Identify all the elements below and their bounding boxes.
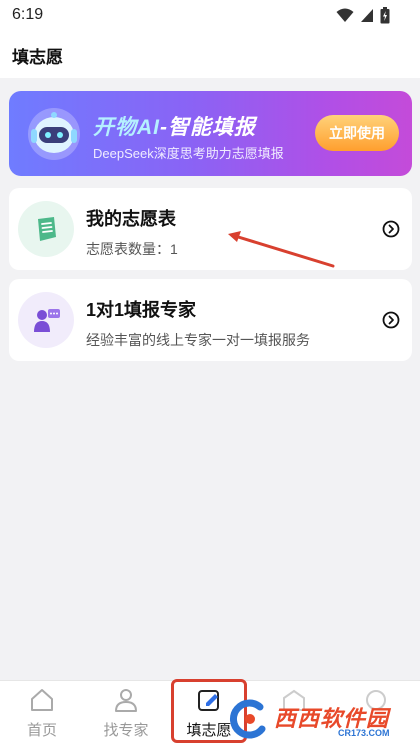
card-subtitle: 经验丰富的线上专家一对一填报服务 [86,332,310,348]
chevron-right-icon[interactable] [382,220,400,238]
watermark: 西西软件园 CR173.COM [228,697,418,743]
expert-service-card[interactable]: 1对1填报专家 经验丰富的线上专家一对一填报服务 [9,279,412,361]
annotation-arrow [228,231,335,268]
card-subtitle: 志愿表数量：1 [86,241,178,257]
battery-icon [380,7,390,24]
tab-label: 首页 [26,722,57,739]
status-time: 6:19 [12,6,44,23]
watermark-sub: CR173.COM [338,728,390,738]
banner-title-prefix: 开物AI [93,116,160,139]
expert-chat-icon [34,309,60,332]
chevron-right-icon[interactable] [382,311,400,329]
ai-banner[interactable]: 开物AI-智能填报 DeepSeek深度思考助力志愿填报 立即使用 [9,91,412,176]
home-icon [31,689,53,711]
wifi-icon [336,8,354,22]
use-now-button[interactable]: 立即使用 [315,115,399,151]
my-volunteer-list-card[interactable]: 我的志愿表 志愿表数量：1 [9,188,412,270]
tab-find-expert[interactable]: 找专家 [90,687,162,745]
banner-title: 开物AI-智能填报 [93,111,256,141]
tab-label: 找专家 [103,722,149,739]
banner-title-suffix: -智能填报 [160,116,256,139]
tab-home[interactable]: 首页 [6,687,78,745]
page-title: 填志愿 [12,48,63,67]
scroll-list-icon [38,217,56,241]
card-title: 我的志愿表 [86,209,176,229]
person-icon [115,689,137,712]
signal-icon [361,9,373,22]
watermark-logo-icon [229,699,266,739]
robot-mascot-icon [28,108,80,160]
page-header: 填志愿 [0,30,420,78]
banner-subtitle: DeepSeek深度思考助力志愿填报 [93,146,284,161]
status-bar: 6:19 [0,0,420,30]
card-icon-bg [18,292,74,348]
card-icon-bg [18,201,74,257]
card-title: 1对1填报专家 [86,300,197,320]
status-icons [336,7,390,24]
